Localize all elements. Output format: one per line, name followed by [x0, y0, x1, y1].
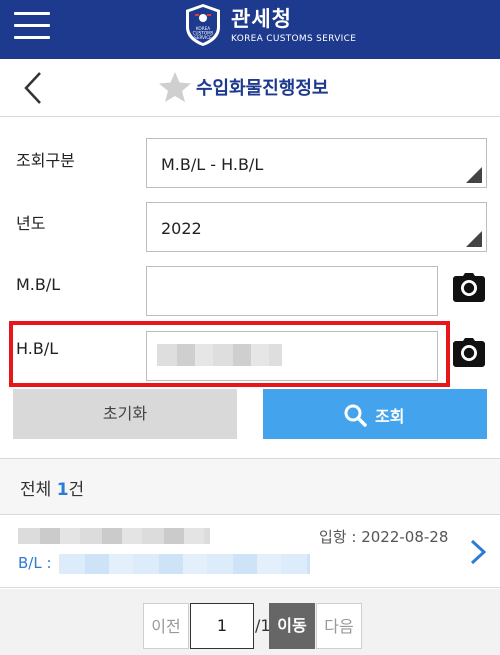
star-icon[interactable] — [158, 71, 192, 103]
result-total: 전체 1건 — [20, 480, 85, 500]
menu-icon[interactable] — [14, 12, 50, 40]
query-type-value: M.B/L - H.B/L — [161, 155, 264, 174]
back-icon[interactable] — [18, 71, 48, 105]
camera-icon[interactable] — [453, 272, 485, 302]
customs-emblem-icon: KOREA CUSTOMS SERVICE — [186, 4, 220, 46]
year-label: 년도 — [16, 214, 46, 233]
app-header: KOREA CUSTOMS SERVICE 관세청 KOREA CUSTOMS … — [0, 0, 500, 59]
search-button-label: 조회 — [375, 407, 405, 426]
svg-text:SERVICE: SERVICE — [194, 35, 212, 40]
result-summary-bar: 전체 1건 — [0, 459, 500, 515]
bl-label: B/L : — [18, 554, 52, 572]
search-button[interactable]: 조회 — [263, 389, 487, 439]
chevron-right-icon[interactable] — [467, 538, 489, 566]
year-select[interactable]: 2022 — [146, 202, 487, 252]
page-titlebar: 수입화물진행정보 — [0, 59, 500, 117]
next-page-button[interactable]: 다음 — [316, 603, 362, 649]
page-number-input[interactable]: 1 — [190, 603, 254, 649]
prev-page-button[interactable]: 이전 — [143, 603, 189, 649]
dropdown-arrow-icon — [466, 167, 482, 183]
logo-title: 관세청 — [231, 7, 292, 31]
hbl-highlight-box — [9, 321, 450, 387]
page-title: 수입화물진행정보 — [196, 78, 329, 99]
camera-icon[interactable] — [453, 337, 485, 367]
logo-subtitle: KOREA CUSTOMS SERVICE — [231, 34, 357, 44]
reset-button[interactable]: 초기화 — [13, 389, 237, 439]
go-page-button[interactable]: 이동 — [269, 603, 315, 649]
redacted-bl-number — [59, 554, 310, 574]
dropdown-arrow-icon — [466, 231, 482, 247]
arrival-date: 입항 : 2022-08-28 — [319, 528, 449, 546]
search-icon — [344, 404, 367, 427]
mbl-input[interactable] — [146, 266, 438, 316]
mbl-label: M.B/L — [16, 275, 61, 294]
result-list-item[interactable]: 입항 : 2022-08-28 B/L : — [0, 516, 500, 588]
redacted-cargo-number — [18, 528, 210, 544]
result-total-count: 1 — [56, 480, 69, 500]
query-type-select[interactable]: M.B/L - H.B/L — [146, 138, 487, 188]
query-type-label: 조회구분 — [16, 151, 75, 170]
year-value: 2022 — [161, 219, 202, 238]
